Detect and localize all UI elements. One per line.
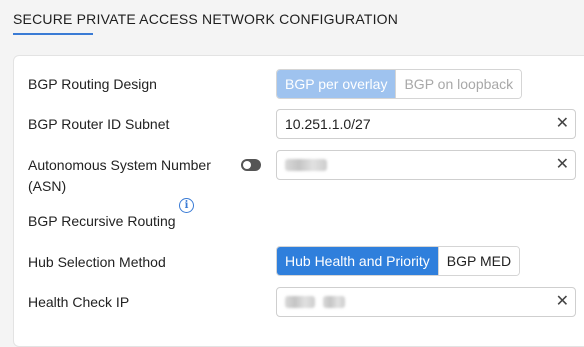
bgp-recursive-routing-label: BGP Recursive Routing <box>28 213 176 229</box>
bgp-routing-design-label: BGP Routing Design <box>28 76 157 92</box>
bgp-recursive-routing-toggle[interactable] <box>241 159 261 171</box>
close-icon[interactable]: ✕ <box>556 157 569 173</box>
bgp-on-loopback-option[interactable]: BGP on loopback <box>395 70 522 98</box>
asn-field[interactable]: ✕ <box>276 150 576 180</box>
bgp-routing-design-toggle: BGP per overlay BGP on loopback <box>276 69 523 99</box>
health-check-ip-field[interactable]: ✕ <box>276 287 576 317</box>
hub-selection-method-label: Hub Selection Method <box>28 254 166 270</box>
bgp-router-id-subnet-value: 10.251.1.0/27 <box>285 116 371 132</box>
asn-redacted-value <box>285 159 327 171</box>
health-check-ip-label: Health Check IP <box>28 294 130 310</box>
asn-label: Autonomous System Number (ASN) <box>28 157 211 194</box>
health-check-ip-redacted-part2 <box>323 296 345 308</box>
page-title: SECURE PRIVATE ACCESS NETWORK CONFIGURAT… <box>13 11 399 27</box>
hub-health-priority-option[interactable]: Hub Health and Priority <box>277 247 438 275</box>
close-icon[interactable]: ✕ <box>556 116 569 132</box>
health-check-ip-redacted-part1 <box>285 296 315 308</box>
info-icon[interactable]: i <box>179 198 194 213</box>
config-card: BGP Routing Design BGP per overlay BGP o… <box>13 55 584 347</box>
close-icon[interactable]: ✕ <box>556 294 569 310</box>
bgp-router-id-subnet-field[interactable]: 10.251.1.0/27 ✕ <box>276 109 576 139</box>
bgp-med-option[interactable]: BGP MED <box>437 247 520 275</box>
hub-selection-method-toggle: Hub Health and Priority BGP MED <box>276 246 521 276</box>
bgp-router-id-subnet-label: BGP Router ID Subnet <box>28 116 170 132</box>
toggle-knob <box>243 161 251 169</box>
title-underline <box>13 33 93 35</box>
bgp-per-overlay-option[interactable]: BGP per overlay <box>277 70 396 98</box>
